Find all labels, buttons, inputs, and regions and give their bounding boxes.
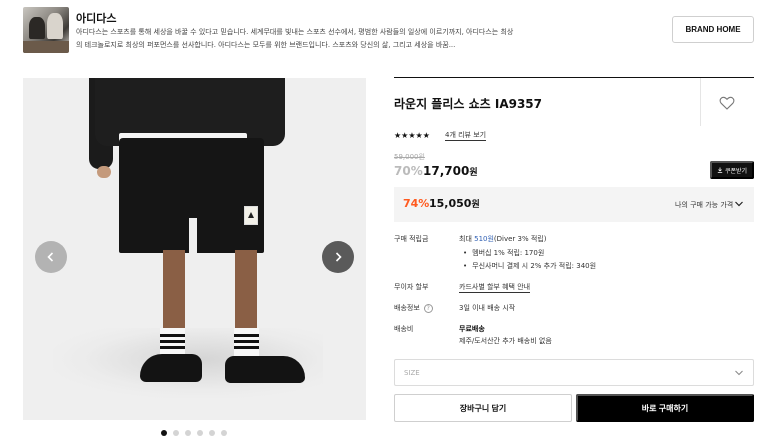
points-money: 무신사머니 결제 시 2% 추가 적립: 340원: [463, 261, 596, 271]
brand-name[interactable]: 아디다스: [76, 10, 116, 26]
best-price-value: 15,050: [429, 197, 472, 210]
chevron-left-icon: [47, 252, 54, 262]
chevron-right-icon: [335, 252, 342, 262]
shipping-fee-label: 배송비: [394, 325, 414, 333]
product-image: [23, 78, 366, 420]
gallery-pagination: [161, 430, 227, 436]
brand-description: 아디다스는 스포츠를 통해 세상을 바꿀 수 있다고 믿습니다. 세계무대를 빛…: [76, 28, 514, 49]
size-select[interactable]: SIZE: [394, 359, 754, 386]
help-icon[interactable]: ?: [423, 304, 433, 313]
points-label: 구매 적립금: [394, 235, 429, 243]
sale-price-value: 17,700: [423, 164, 470, 178]
shipping-fee-value: 무료배송: [459, 325, 485, 333]
shipping-fee-note: 제주/도서산간 추가 배송비 없음: [459, 337, 552, 345]
chevron-down-icon: [735, 201, 743, 207]
installment-label: 무이자 할부: [394, 283, 429, 291]
best-discount-percent: 74%: [403, 197, 430, 210]
review-link[interactable]: 4개 리뷰 보기: [445, 130, 487, 141]
title-divider: [700, 78, 701, 126]
coupon-button[interactable]: 쿠폰받기: [710, 161, 754, 179]
best-price-label: 나의 구매 가능 가격: [675, 201, 734, 209]
size-placeholder: SIZE: [404, 369, 420, 377]
points-amount: 510원: [474, 235, 494, 243]
best-price-unit: 원: [471, 200, 480, 210]
brand-home-button[interactable]: BRAND HOME: [672, 16, 754, 43]
shipping-info-label: 배송정보?: [394, 303, 433, 313]
points-membership: 멤버십 1% 적립: 170원: [463, 248, 544, 258]
coupon-label: 쿠폰받기: [724, 168, 748, 175]
original-price: 59,000원: [394, 153, 425, 161]
add-to-cart-button[interactable]: 장바구니 담기: [394, 394, 572, 422]
gallery-dot[interactable]: [197, 430, 203, 436]
gallery-dot[interactable]: [209, 430, 215, 436]
points-suffix: (Diver 3% 적립): [493, 235, 547, 243]
rating-stars: ★★★★★: [394, 131, 430, 140]
gallery-prev-button[interactable]: [35, 241, 67, 273]
chevron-down-icon: [735, 370, 743, 376]
download-icon: [717, 167, 723, 173]
best-price: 15,050원: [429, 197, 480, 210]
gallery-dot[interactable]: [161, 430, 167, 436]
brand-thumbnail[interactable]: [23, 7, 69, 53]
shipping-info-value: 3일 이내 배송 시작: [459, 304, 516, 312]
installment-link[interactable]: 카드사별 할부 혜택 안내: [459, 282, 531, 293]
gallery-next-button[interactable]: [322, 241, 354, 273]
best-price-box[interactable]: 74% 15,050원 나의 구매 가능 가격: [394, 187, 754, 222]
buy-now-button[interactable]: 바로 구매하기: [576, 394, 754, 422]
heart-icon[interactable]: [719, 95, 735, 111]
sale-price-unit: 원: [469, 168, 478, 178]
gallery-dot[interactable]: [221, 430, 227, 436]
points-prefix: 최대: [459, 235, 475, 243]
points-value: 최대 510원(Diver 3% 적립): [459, 234, 546, 244]
gallery-dot[interactable]: [173, 430, 179, 436]
discount-percent: 70%: [394, 164, 423, 178]
shipping-info-text: 배송정보: [394, 304, 420, 312]
sale-price: 17,700원: [423, 164, 478, 178]
product-title: 라운지 플리스 쇼츠 IA9357: [394, 97, 543, 111]
gallery-dot[interactable]: [185, 430, 191, 436]
